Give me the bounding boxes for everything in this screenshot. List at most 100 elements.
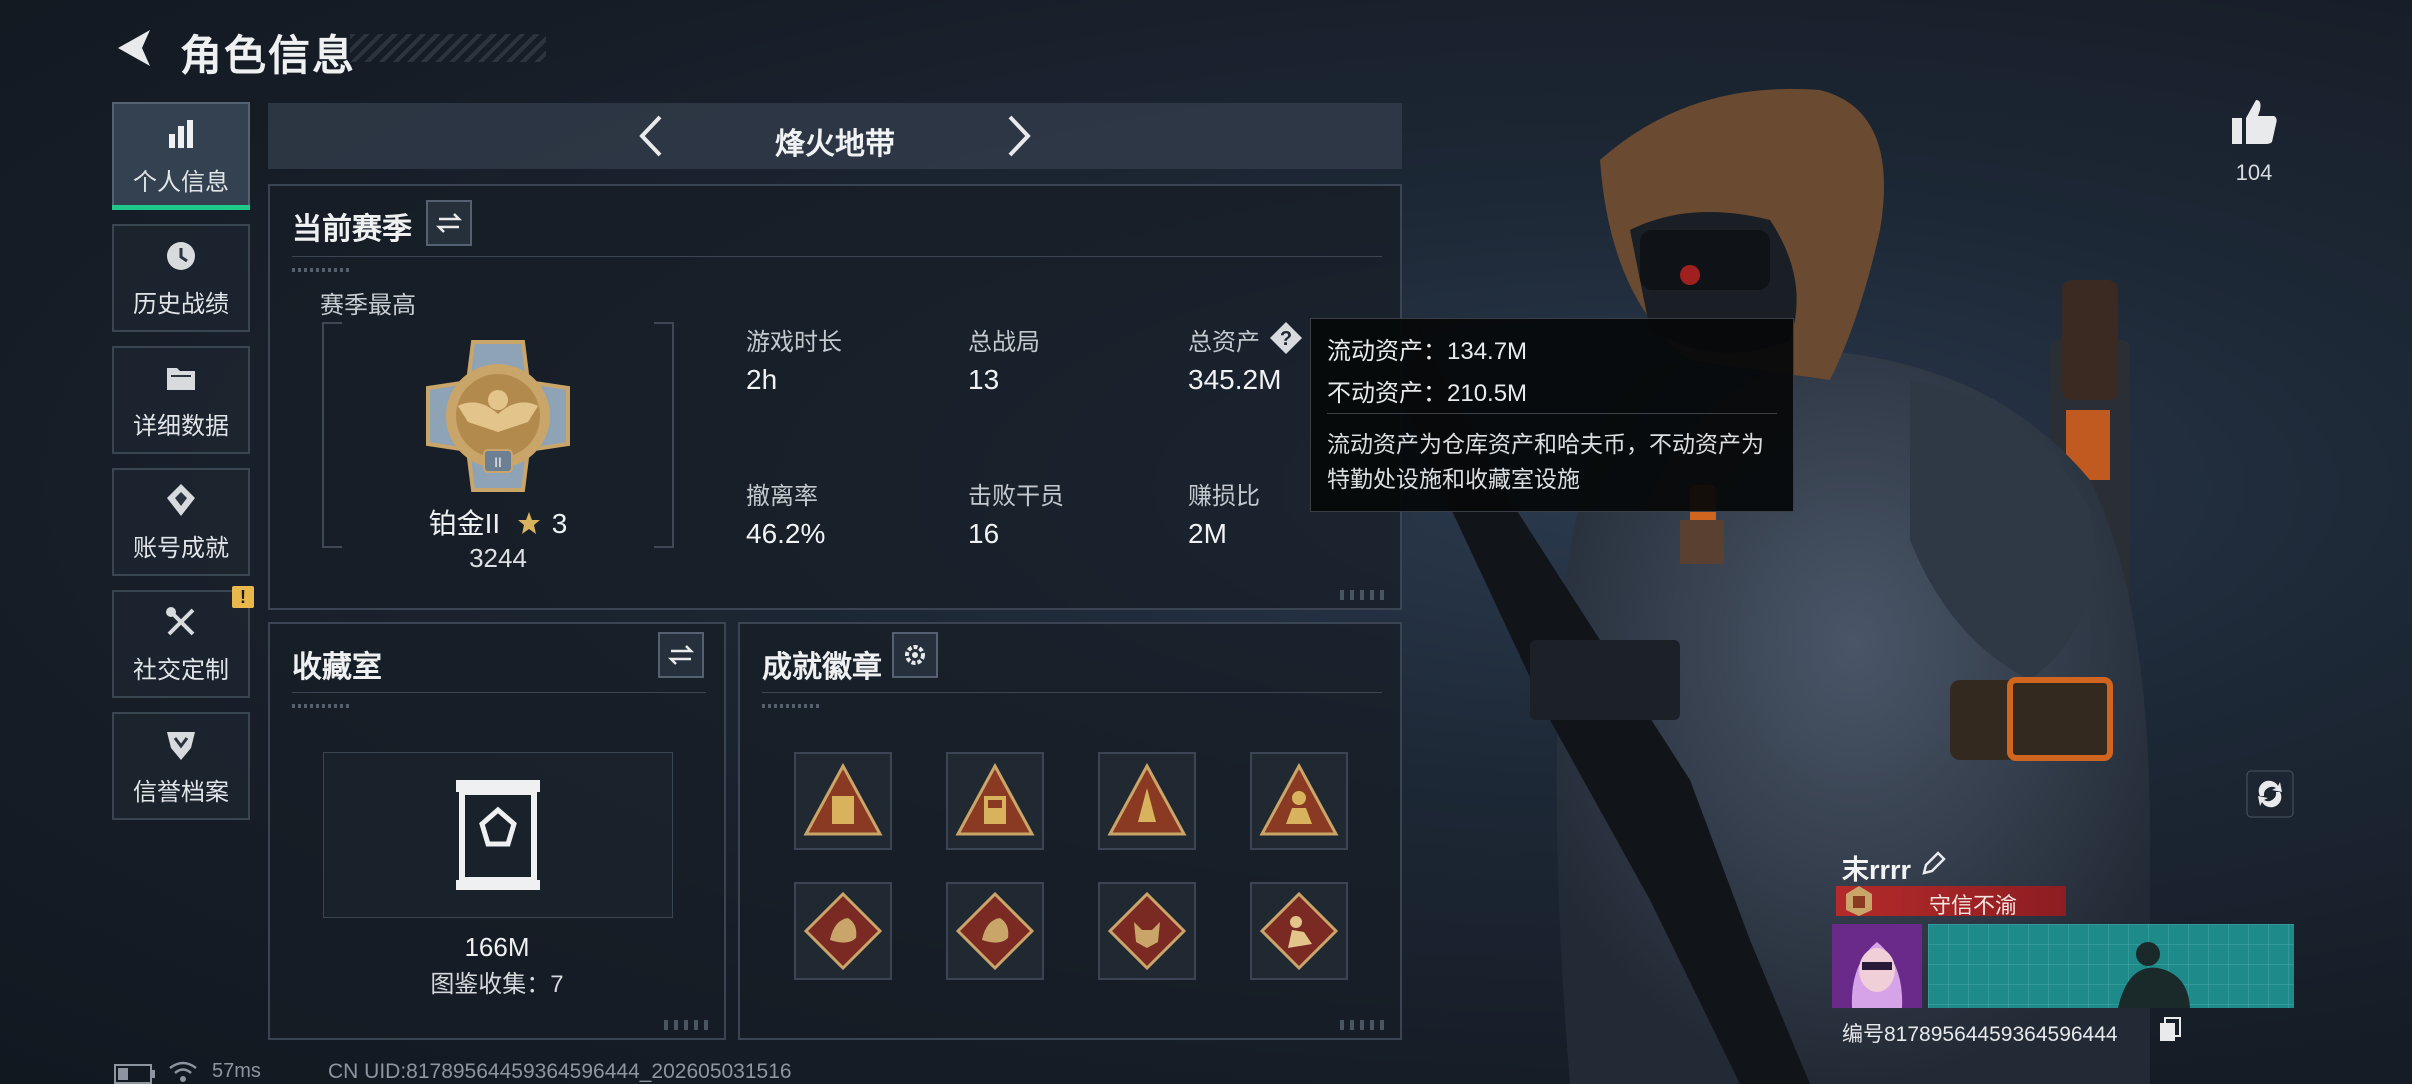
stat-value-matches: 13 (968, 364, 1000, 395)
sidebar-item-personal-info[interactable]: 个人信息 (112, 102, 250, 210)
vault-display-icon (456, 780, 540, 890)
sidebar-item-reputation[interactable]: 信誉档案 (112, 712, 250, 820)
achievement-badge[interactable] (1098, 752, 1196, 850)
sidebar-item-label: 账号成就 (133, 534, 229, 562)
stat-value-extraction-rate: 46.2% (746, 518, 826, 549)
sidebar-item-detailed-data[interactable]: 详细数据 (112, 346, 250, 454)
player-banner (1928, 924, 2294, 1008)
tooltip-liquid-assets: 流动资产：134.7M (1327, 338, 1528, 365)
season-switch-button[interactable] (426, 200, 472, 246)
badges-title: 成就徽章 (762, 651, 882, 684)
sidebar-item-achievements[interactable]: 账号成就 (112, 468, 250, 576)
svg-text:II: II (494, 454, 502, 470)
sidebar-item-label: 历史战绩 (133, 290, 229, 318)
vault-title: 收藏室 (292, 651, 382, 684)
mode-title: 烽火地带 (775, 128, 895, 161)
tooltip-divider (1327, 413, 1777, 414)
achievement-badge[interactable] (946, 882, 1044, 980)
sidebar-item-social-custom[interactable]: 社交定制 ! (112, 586, 254, 698)
stat-label-playtime: 游戏时长 (746, 329, 842, 356)
stat-value-profit-loss-ratio: 2M (1188, 518, 1227, 549)
history-clock-icon (167, 241, 195, 270)
back-arrow-icon[interactable] (112, 26, 156, 70)
diamond-dragon-badge-icon (803, 891, 883, 971)
platinum-rank-emblem-icon: II (426, 340, 570, 492)
achievement-badge[interactable] (794, 752, 892, 850)
achievement-badge[interactable] (1250, 882, 1348, 980)
battery-icon (114, 1064, 155, 1084)
assets-tooltip: 流动资产：134.7M 不动资产：210.5M 流动资产为仓库资产和哈夫币，不动… (1310, 318, 1794, 512)
stats-bars-icon (169, 119, 193, 148)
corner-decoration (1340, 590, 1390, 600)
divider-dots (292, 704, 352, 708)
divider (762, 692, 1382, 693)
sidebar-item-label: 个人信息 (133, 168, 229, 196)
gear-icon (905, 645, 925, 665)
sidebar-item-label: 信誉档案 (133, 778, 229, 806)
achievement-badge[interactable] (1250, 752, 1348, 850)
rank-points: 3244 (469, 543, 527, 573)
like-count: 104 (2235, 160, 2273, 185)
season-best-label: 赛季最高 (320, 292, 416, 319)
stat-value-playtime: 2h (746, 364, 778, 395)
tooltip-note: 流动资产为仓库资产和哈夫币，不动资产为特勤处设施和收藏室设施 (1327, 431, 1764, 492)
stat-label-profit-loss-ratio: 赚损比 (1188, 483, 1260, 510)
badges-settings-button[interactable] (892, 632, 938, 678)
sidebar-item-label: 详细数据 (133, 412, 229, 440)
divider (292, 256, 1382, 257)
stat-label-total-assets: 总资产 (1188, 329, 1260, 356)
triangle-tower-badge-icon (803, 762, 883, 836)
player-name: 末rrrr (1842, 855, 1912, 885)
rank-name: 铂金II (428, 508, 501, 539)
wifi-icon (169, 1061, 197, 1082)
triangle-rocket-badge-icon (1107, 762, 1187, 836)
stat-value-operators-defeated: 16 (968, 518, 1000, 549)
vault-value: 166M (464, 932, 530, 962)
star-icon (517, 512, 540, 534)
ping-value: 57ms (212, 1060, 261, 1082)
sidebar-item-label: 社交定制 (133, 656, 229, 684)
chevron-right-icon[interactable] (996, 113, 1040, 159)
rank-label: 铂金II 3 (322, 502, 674, 542)
notification-badge: ! (232, 586, 254, 608)
divider (292, 692, 706, 693)
player-title: 守信不渝 (1928, 893, 2017, 918)
folder-icon (167, 367, 195, 390)
client-uid: CN UID:81789564459364596444_202605031516 (328, 1060, 792, 1083)
triangle-tower-badge-icon (955, 762, 1035, 836)
stat-label-operators-defeated: 击败干员 (968, 483, 1064, 510)
vault-switch-button[interactable] (658, 632, 704, 678)
diamond-dragon-badge-icon (955, 891, 1035, 971)
vault-collection-count: 图鉴收集：7 (430, 971, 564, 998)
divider-dots (762, 704, 822, 708)
rank-stars: 3 (551, 508, 568, 539)
svg-text:?: ? (1280, 328, 1292, 350)
sidebar-item-history[interactable]: 历史战绩 (112, 224, 250, 332)
stat-value-total-assets: 345.2M (1188, 364, 1282, 395)
thumbs-up-icon[interactable] (2228, 96, 2280, 148)
mode-switcher: 烽火地带 (268, 103, 1402, 169)
avatar[interactable] (1832, 924, 1922, 1008)
rotate-refresh-icon[interactable] (2246, 770, 2294, 818)
season-title: 当前赛季 (292, 213, 412, 246)
achievement-badge[interactable] (1098, 882, 1196, 980)
diamond-soldier-badge-icon (1259, 891, 1339, 971)
player-id: 编号817895644593645964​44 (1842, 1023, 2118, 1046)
copy-icon[interactable] (2158, 1016, 2182, 1042)
corner-decoration (664, 1020, 714, 1030)
reputation-shield-icon (167, 731, 195, 760)
edit-pencil-icon[interactable] (1920, 849, 1948, 877)
divider-dots (292, 268, 352, 272)
diamond-wolf-badge-icon (1107, 891, 1187, 971)
tooltip-fixed-assets: 不动资产：210.5M (1327, 380, 1528, 407)
swap-arrows-icon (435, 213, 463, 233)
achievement-badge[interactable] (946, 752, 1044, 850)
stat-label-extraction-rate: 撤离率 (746, 483, 818, 510)
achievement-icon (167, 483, 195, 516)
triangle-soldier-badge-icon (1259, 762, 1339, 836)
page-title: 角色信息 (180, 32, 357, 79)
stat-label-matches: 总战局 (968, 329, 1040, 356)
help-question-icon[interactable]: ? (1268, 320, 1304, 356)
achievement-badge[interactable] (794, 882, 892, 980)
corner-decoration (1340, 1020, 1390, 1030)
